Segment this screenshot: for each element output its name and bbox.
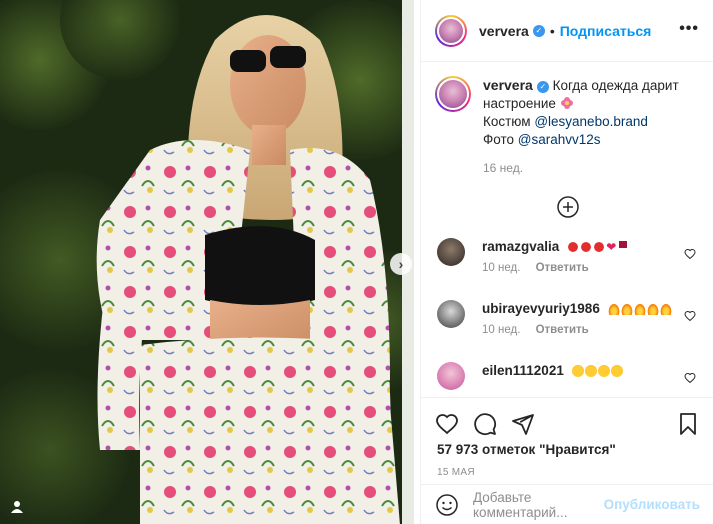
bookmark-icon[interactable]	[676, 412, 700, 436]
user-tag-icon[interactable]	[10, 500, 28, 518]
heart-eyes-emoji-icon	[597, 365, 610, 377]
commenter-avatar[interactable]	[437, 300, 465, 328]
caption-line-2-prefix: Костюм	[483, 114, 531, 129]
caption-text: ververa ✓ Когда одежда дарит настроение К…	[483, 76, 703, 149]
comments-section[interactable]: ververa ✓ Когда одежда дарит настроение К…	[421, 62, 713, 397]
smile-icon[interactable]	[435, 493, 459, 517]
commenter-username[interactable]: ramazgvalia	[482, 239, 559, 254]
wine-emoji-icon	[619, 241, 628, 253]
heart-eyes-emoji-icon	[584, 365, 597, 377]
mention-link-brand[interactable]: @lesyanebo.brand	[534, 114, 648, 129]
rose-emoji-icon	[580, 241, 593, 253]
action-bar	[421, 398, 713, 440]
reply-button[interactable]: Ответить	[536, 262, 589, 274]
separator: •	[549, 22, 555, 39]
post-actions: 57 973 отметок "Нравится" 15 МАЯ Добавьт…	[421, 397, 713, 524]
author-username[interactable]: ververa	[479, 23, 529, 39]
comment-time[interactable]: 10 нед.	[482, 262, 520, 274]
heart-emoji-icon: ❤	[606, 240, 617, 254]
comment-like-heart-icon[interactable]	[684, 310, 696, 322]
likes-count[interactable]: 57 973 отметок "Нравится"	[421, 442, 713, 457]
publish-button[interactable]: Опубликовать	[604, 497, 700, 512]
post-date[interactable]: 15 МАЯ	[421, 467, 713, 478]
comment-item: ubirayevyuriy1986 10 нед. Ответить	[421, 300, 713, 336]
comment-emoji-text	[607, 303, 672, 315]
caption: ververa ✓ Когда одежда дарит настроение К…	[421, 62, 713, 175]
post-header: ververa ✓ • Подписаться •••	[421, 0, 713, 62]
post-sidebar: ververa ✓ • Подписаться ••• ververa ✓ Ког…	[420, 0, 713, 524]
rose-emoji-icon	[593, 241, 606, 253]
fire-emoji-icon	[659, 303, 672, 315]
comment-input[interactable]: Добавьте комментарий...	[473, 490, 604, 520]
flower-emoji-icon	[560, 97, 573, 109]
heart-eyes-emoji-icon	[571, 365, 584, 377]
comment-time[interactable]: 10 нед.	[482, 324, 520, 336]
comment-item: ramazgvalia ❤ 10 нед. Ответить	[421, 238, 713, 274]
next-image-button[interactable]: ›	[390, 253, 412, 275]
commenter-avatar[interactable]	[437, 238, 465, 266]
photo-illustration	[0, 0, 414, 524]
caption-avatar[interactable]	[435, 76, 471, 112]
verified-badge-icon: ✓	[532, 24, 545, 37]
comment-item: eilen1112021	[421, 362, 713, 390]
fire-emoji-icon	[646, 303, 659, 315]
comment-like-heart-icon[interactable]	[684, 248, 696, 260]
commenter-username[interactable]: eilen1112021	[482, 363, 564, 378]
share-icon[interactable]	[511, 412, 535, 436]
comment-icon[interactable]	[473, 412, 497, 436]
chevron-right-icon: ›	[398, 256, 404, 272]
load-more-comments-button[interactable]	[421, 195, 713, 219]
fire-emoji-icon	[620, 303, 633, 315]
heart-icon[interactable]	[435, 412, 459, 436]
more-options-icon[interactable]: •••	[679, 20, 699, 38]
heart-eyes-emoji-icon	[610, 365, 623, 377]
plus-circle-icon	[556, 196, 579, 218]
caption-time[interactable]: 16 нед.	[483, 161, 703, 175]
commenter-username[interactable]: ubirayevyuriy1986	[482, 301, 600, 316]
commenter-avatar[interactable]	[437, 362, 465, 390]
add-comment-bar: Добавьте комментарий... Опубликовать	[421, 484, 713, 524]
mention-link-photographer[interactable]: @sarahvv12s	[518, 132, 601, 147]
comment-like-heart-icon[interactable]	[684, 372, 696, 384]
author-avatar[interactable]	[435, 14, 467, 47]
fire-emoji-icon	[633, 303, 646, 315]
caption-line-3-prefix: Фото	[483, 132, 515, 147]
post-photo[interactable]: ›	[0, 0, 414, 524]
follow-button[interactable]: Подписаться	[560, 23, 652, 39]
caption-username[interactable]: ververa	[483, 77, 533, 93]
comment-emoji-text: ❤	[567, 240, 628, 254]
reply-button[interactable]: Ответить	[536, 324, 589, 336]
rose-emoji-icon	[567, 241, 580, 253]
verified-badge-icon: ✓	[536, 81, 549, 93]
fire-emoji-icon	[607, 303, 620, 315]
comment-emoji-text	[571, 365, 623, 377]
